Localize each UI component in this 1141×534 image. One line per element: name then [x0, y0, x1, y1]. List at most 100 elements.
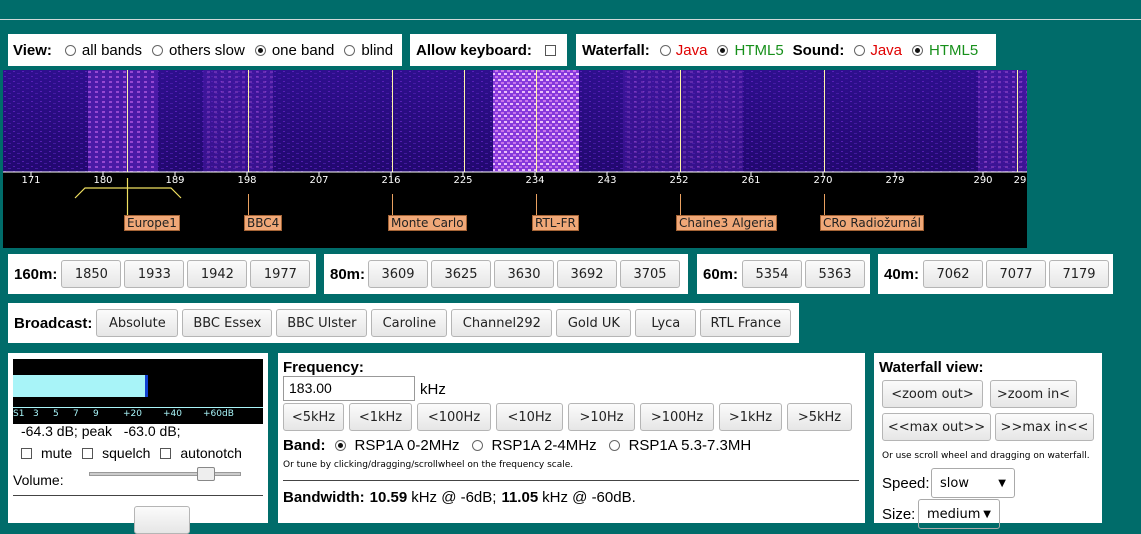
band-160m-panel: 160m: 1850 1933 1942 1977: [8, 254, 316, 294]
band-40m-freq-button[interactable]: 7179: [1049, 260, 1110, 288]
volume-slider-thumb[interactable]: [197, 467, 215, 481]
bandwidth-60db-suffix: kHz @ -60dB.: [542, 489, 636, 506]
station-label-rtl-fr[interactable]: RTL-FR: [532, 215, 579, 231]
band-160m-freq-button[interactable]: 1942: [187, 260, 248, 288]
band-80m-panel: 80m: 3609 3625 3630 3692 3705: [324, 254, 688, 294]
speed-select[interactable]: slow ▼: [931, 468, 1015, 498]
station-label-bbc4[interactable]: BBC4: [244, 215, 283, 231]
band-40m-freq-button[interactable]: 7077: [986, 260, 1047, 288]
smeter: S1 3 5 7 9 +20 +40 +60dB: [13, 359, 263, 424]
broadcast-station-button[interactable]: Gold UK: [556, 309, 632, 337]
station-label-chaine3-algeria[interactable]: Chaine3 Algeria: [676, 215, 778, 231]
waterfall-view-title: Waterfall view:: [879, 359, 984, 376]
smeter-scale-label: 5: [53, 409, 59, 419]
size-select[interactable]: medium ▼: [918, 499, 1000, 529]
broadcast-station-button[interactable]: Absolute: [96, 309, 179, 337]
scale-tick[interactable]: 261: [741, 175, 760, 186]
scale-tick[interactable]: 225: [453, 175, 472, 186]
broadcast-station-button[interactable]: BBC Essex: [182, 309, 273, 337]
broadcast-station-button[interactable]: Caroline: [371, 309, 448, 337]
keyboard-panel: Allow keyboard:: [410, 34, 567, 66]
mute-label: mute: [41, 445, 73, 461]
scale-tick[interactable]: 29: [1014, 175, 1027, 186]
mute-checkbox[interactable]: [21, 447, 32, 459]
max-out-button[interactable]: <<max out>>: [882, 413, 991, 441]
scale-tick[interactable]: 234: [525, 175, 544, 186]
station-label-cro-radiozurnal[interactable]: CRo Radiožurnál: [820, 215, 924, 231]
step-up-5khz-button[interactable]: >5kHz: [787, 403, 852, 431]
scale-tick[interactable]: 198: [237, 175, 256, 186]
band-80m-freq-button[interactable]: 3692: [557, 260, 618, 288]
band-option-label: RSP1A 0-2MHz: [354, 437, 460, 454]
band-80m-freq-button[interactable]: 3609: [368, 260, 429, 288]
scale-tick[interactable]: 279: [885, 175, 904, 186]
station-label-monte-carlo[interactable]: Monte Carlo: [388, 215, 467, 231]
band-160m-freq-button[interactable]: 1977: [250, 260, 311, 288]
squelch-label: squelch: [102, 445, 151, 461]
view-one-band-radio[interactable]: [254, 44, 266, 56]
waterfall-view-hint: Or use scroll wheel and dragging on wate…: [882, 451, 1090, 461]
scale-tick[interactable]: 180: [93, 175, 112, 186]
max-in-button[interactable]: >>max in<<: [995, 413, 1094, 441]
view-all-bands-radio[interactable]: [64, 44, 76, 56]
broadcast-station-button[interactable]: Channel292: [451, 309, 553, 337]
waterfall-display[interactable]: 171 180 189 198 207 216 225 234 243 252 …: [3, 70, 1027, 248]
sound-html5-radio[interactable]: [912, 44, 924, 56]
scale-tick[interactable]: 252: [669, 175, 688, 186]
band-rsp1a-5-7mhz-radio[interactable]: [608, 440, 620, 451]
band-80m-freq-button[interactable]: 3625: [431, 260, 492, 288]
band-rsp1a-2-4mhz-radio[interactable]: [471, 440, 483, 451]
frequency-panel: Frequency: 183.00 kHz <5kHz <1kHz <100Hz…: [278, 353, 865, 523]
view-blind-radio[interactable]: [344, 44, 356, 56]
scale-tick[interactable]: 171: [21, 175, 40, 186]
autonotch-checkbox[interactable]: [160, 447, 172, 459]
step-down-10hz-button[interactable]: <10Hz: [496, 403, 563, 431]
volume-slider[interactable]: [89, 467, 241, 481]
step-down-5khz-button[interactable]: <5kHz: [283, 403, 344, 431]
broadcast-station-button[interactable]: BBC Ulster: [276, 309, 368, 337]
step-down-100hz-button[interactable]: <100Hz: [417, 403, 491, 431]
waterfall-type-label: Waterfall:: [582, 41, 650, 59]
scale-tick[interactable]: 189: [165, 175, 184, 186]
band-rsp1a-0-2mhz-radio[interactable]: [334, 440, 346, 451]
step-up-1khz-button[interactable]: >1kHz: [719, 403, 782, 431]
chevron-down-icon: ▼: [983, 508, 991, 520]
zoom-out-button[interactable]: <zoom out>: [882, 380, 983, 408]
step-down-1khz-button[interactable]: <1kHz: [349, 403, 412, 431]
view-others-slow-radio[interactable]: [151, 44, 163, 56]
smeter-readout: -64.3 dB; peak -63.0 dB;: [21, 423, 181, 439]
zoom-in-button[interactable]: >zoom in<: [990, 380, 1077, 408]
sound-java-radio[interactable]: [854, 44, 866, 56]
waterfall-java-radio[interactable]: [659, 44, 671, 56]
band-160m-freq-button[interactable]: 1933: [124, 260, 185, 288]
step-up-100hz-button[interactable]: >100Hz: [640, 403, 714, 431]
band-60m-freq-button[interactable]: 5363: [805, 260, 866, 288]
waterfall-html5-label: HTML5: [734, 41, 784, 59]
waterfall-sound-panel: Waterfall: Java HTML5 Sound: Java HTML5: [576, 34, 996, 66]
frequency-input[interactable]: 183.00: [283, 376, 415, 401]
frequency-label: Frequency:: [283, 359, 364, 376]
station-label-europe1[interactable]: Europe1: [124, 215, 180, 231]
size-label: Size:: [882, 506, 916, 523]
band-80m-freq-button[interactable]: 3705: [620, 260, 681, 288]
waterfall-view-panel: Waterfall view: <zoom out> >zoom in< <<m…: [874, 353, 1102, 529]
scale-tick[interactable]: 290: [973, 175, 992, 186]
band-80m-freq-button[interactable]: 3630: [494, 260, 555, 288]
broadcast-station-button[interactable]: Lyca: [635, 309, 697, 337]
smeter-panel-button[interactable]: [134, 506, 190, 534]
band-60m-freq-button[interactable]: 5354: [742, 260, 803, 288]
allow-keyboard-checkbox[interactable]: [544, 44, 556, 56]
band-40m-freq-button[interactable]: 7062: [923, 260, 984, 288]
broadcast-label: Broadcast:: [14, 314, 93, 332]
broadcast-station-button[interactable]: RTL France: [700, 309, 792, 337]
waterfall-html5-radio[interactable]: [717, 44, 729, 56]
band-160m-freq-button[interactable]: 1850: [61, 260, 122, 288]
scale-tick[interactable]: 270: [813, 175, 832, 186]
step-up-10hz-button[interactable]: >10Hz: [568, 403, 635, 431]
scale-tick[interactable]: 207: [309, 175, 328, 186]
sound-java-label: Java: [870, 41, 903, 59]
scale-tick[interactable]: 243: [597, 175, 616, 186]
squelch-checkbox[interactable]: [82, 447, 94, 459]
speed-select-value: slow: [940, 475, 969, 491]
scale-tick[interactable]: 216: [381, 175, 400, 186]
